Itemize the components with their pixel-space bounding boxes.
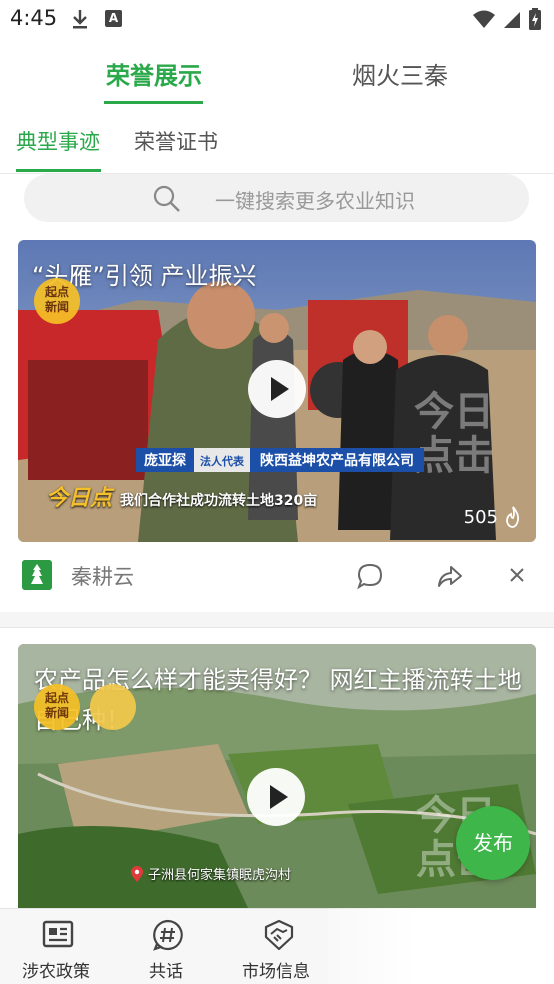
- top-tab-bar: 荣誉展示 烟火三秦: [0, 44, 554, 106]
- tab-honor-certificates[interactable]: 荣誉证书: [134, 126, 218, 156]
- battery-icon: [529, 8, 541, 30]
- tab-typical-deeds[interactable]: 典型事迹: [16, 126, 100, 156]
- search-icon: [153, 185, 180, 212]
- nav-item-discuss[interactable]: 共话: [116, 909, 216, 984]
- tab-honor-display[interactable]: 荣誉展示: [106, 56, 202, 91]
- handshake-icon: [264, 919, 294, 951]
- status-bar: 4:45 A: [0, 0, 554, 38]
- nav-item-market[interactable]: 市场信息: [226, 909, 326, 984]
- app-notification-icon: A: [105, 10, 122, 27]
- comment-icon[interactable]: [356, 562, 384, 590]
- status-time: 4:45: [10, 6, 58, 30]
- search-placeholder: 一键搜索更多农业知识: [215, 189, 415, 213]
- video-meta-row: 秦耕云: [0, 548, 554, 604]
- bottom-nav-overlay: [328, 908, 554, 984]
- location-tag: 子洲县何家集镇眠虎沟村: [130, 864, 291, 883]
- video-card[interactable]: “头雁”引领 产业振兴 起点 新闻 今日 点击 庞亚探 法人代表 陕西益坤农产品有限…: [18, 240, 536, 542]
- news-logo-badge-secondary: [90, 684, 136, 730]
- location-pin-icon: [131, 865, 143, 882]
- tab-three-qin[interactable]: 烟火三秦: [352, 56, 448, 91]
- nav-label-market: 市场信息: [242, 962, 310, 982]
- close-icon[interactable]: [508, 566, 526, 584]
- person-name: 庞亚探: [136, 448, 194, 472]
- top-tab-indicator: [104, 101, 203, 104]
- view-count-value: 505: [463, 506, 498, 528]
- person-role: 法人代表: [194, 448, 250, 472]
- nav-label-policy: 涉农政策: [22, 962, 90, 982]
- company-name: 陕西益坤农产品有限公司: [250, 448, 424, 472]
- location-text: 子洲县何家集镇眠虎沟村: [148, 868, 292, 883]
- nav-label-discuss: 共话: [149, 962, 183, 982]
- name-caption: 庞亚探 法人代表 陕西益坤农产品有限公司: [136, 448, 424, 472]
- watermark: 今日 点击: [414, 389, 494, 479]
- video-subtitle: 我们合作社成功流转土地320亩: [120, 493, 318, 509]
- publish-button[interactable]: 发布: [456, 806, 530, 880]
- search-input[interactable]: 一键搜索更多农业知识: [24, 174, 529, 222]
- hashtag-icon: [153, 919, 183, 951]
- news-logo-badge: 起点 新闻: [34, 684, 80, 730]
- news-logo-badge: 起点 新闻: [34, 278, 80, 324]
- view-count: 505: [464, 506, 522, 528]
- source-logo[interactable]: [22, 560, 52, 590]
- policy-icon: [42, 920, 74, 948]
- video-card[interactable]: 农产品怎么样才能卖得好？ 网红主播流转土地自己种！ 起点 新闻 今日 点击 子洲县何…: [18, 644, 536, 908]
- play-button[interactable]: [247, 768, 305, 826]
- nav-item-policy[interactable]: 涉农政策: [6, 909, 106, 984]
- sub-tab-indicator: [16, 169, 101, 172]
- fire-icon: [506, 506, 520, 528]
- feed-divider: [0, 612, 554, 628]
- status-indicators: [472, 8, 542, 30]
- play-button[interactable]: [248, 360, 306, 418]
- sub-tab-bar: 典型事迹 荣誉证书: [0, 114, 554, 174]
- channel-mark: 今日点: [46, 486, 113, 511]
- share-icon[interactable]: [436, 562, 464, 590]
- wifi-icon: [473, 10, 495, 28]
- source-name[interactable]: 秦耕云: [71, 561, 134, 591]
- download-icon: [73, 10, 87, 29]
- signal-icon: [504, 12, 520, 28]
